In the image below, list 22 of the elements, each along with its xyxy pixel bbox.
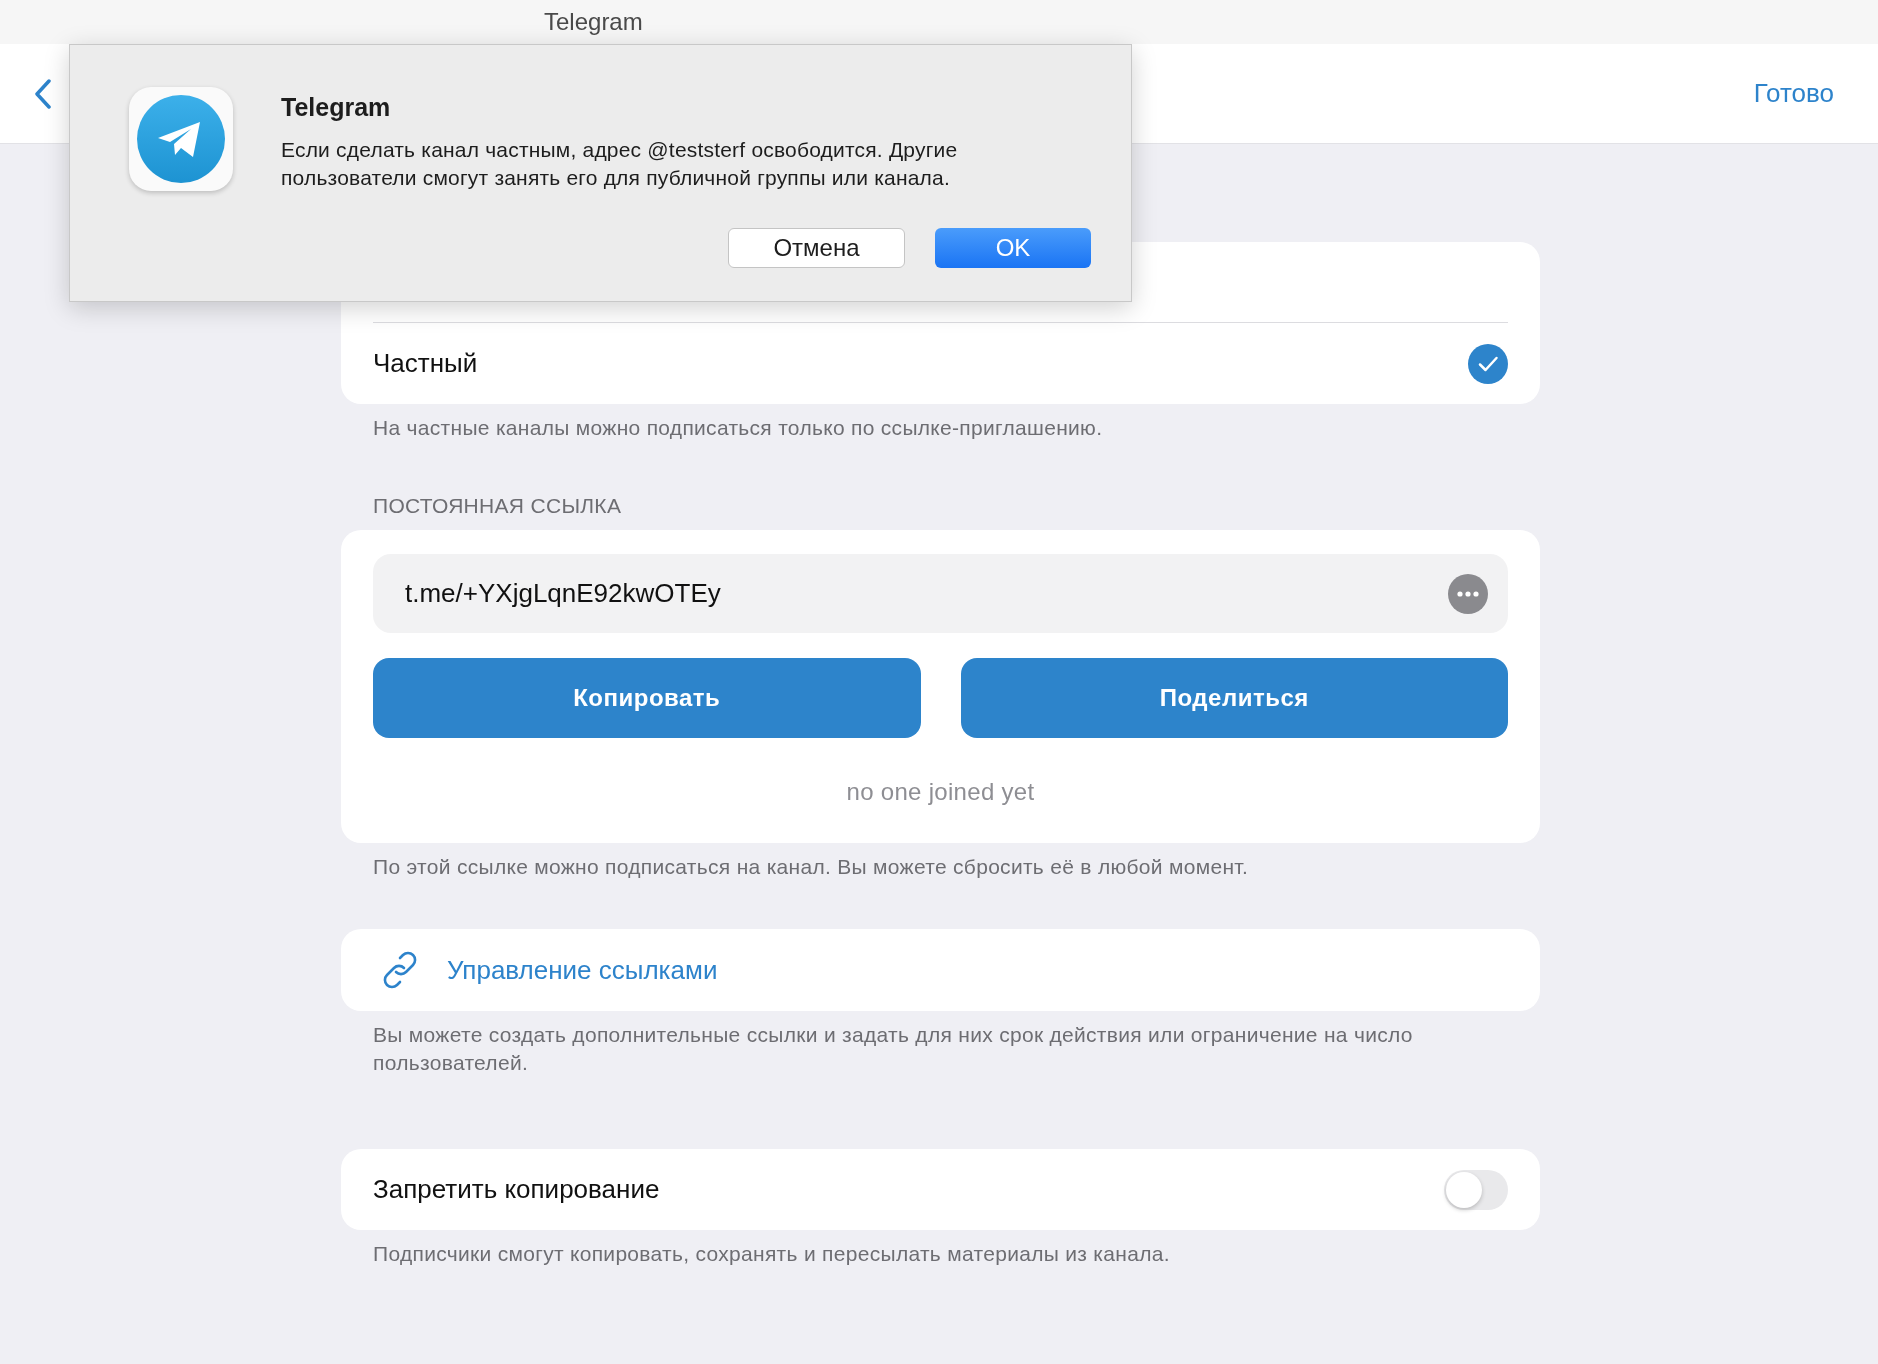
- link-text: t.me/+YXjgLqnE92kwOTEy: [405, 578, 721, 609]
- footer-text: Подписчики смогут копировать, сохранять и пересылать материалы из канала.: [372, 1241, 1171, 1267]
- link-field[interactable]: t.me/+YXjgLqnE92kwOTEy: [373, 554, 1508, 633]
- toggle-switch[interactable]: [1444, 1169, 1508, 1210]
- action-button[interactable]: Поделиться: [960, 658, 1508, 738]
- setting-label: Запретить копирование: [373, 1174, 660, 1205]
- footer-text: По этой ссылке можно подписаться на канал. Вы можете сбросить её в любой момент.: [372, 854, 1250, 880]
- footer-text: На частные каналы можно подписаться только по ссылке-приглашению.: [372, 415, 1104, 441]
- more-icon[interactable]: [1448, 573, 1488, 614]
- done-button[interactable]: Готово: [1753, 78, 1834, 109]
- cancel-button[interactable]: Отмена: [728, 228, 905, 268]
- app-icon: [129, 87, 233, 191]
- dialog-message: Если сделать канал частным, адрес @teststerf освободится. Другие пользователи смогут занять его для публичной группы или канала.: [281, 137, 959, 191]
- ok-button[interactable]: OK: [935, 228, 1091, 268]
- action-button[interactable]: Копировать: [373, 658, 921, 738]
- window-title: Telegram: [544, 8, 643, 36]
- section-header: ПОСТОЯННАЯ ССЫЛКА: [372, 494, 623, 519]
- option-label: Частный: [373, 348, 478, 379]
- back-icon[interactable]: [34, 78, 52, 109]
- dialog-title: Telegram: [281, 93, 392, 122]
- footer-text: Вы можете создать дополнительные ссылки и задать для них срок действия или ограничение на число пользователей.: [372, 1022, 1414, 1076]
- joined-status: no one joined yet: [845, 777, 1036, 807]
